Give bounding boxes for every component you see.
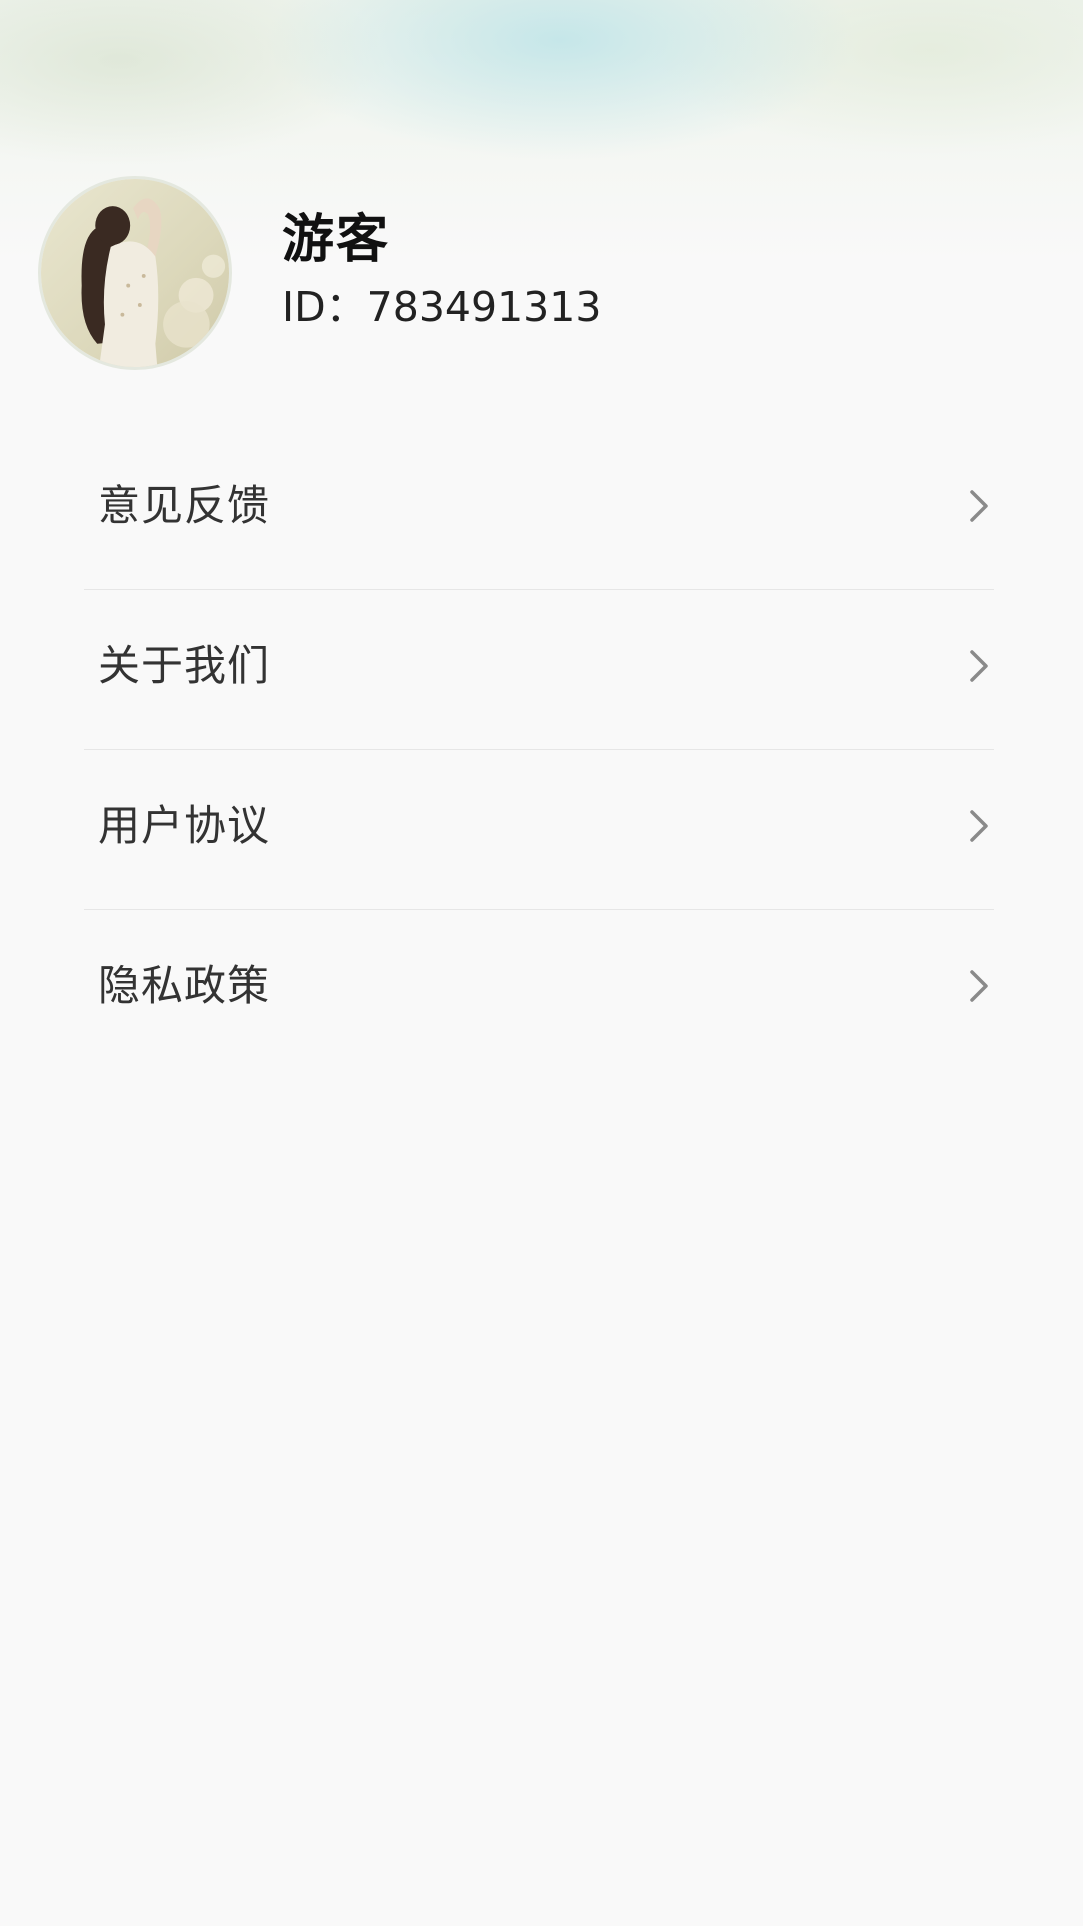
- menu-item-label: 意见反馈: [98, 481, 271, 530]
- menu-item-label: 关于我们: [98, 641, 271, 690]
- menu-item-privacy-policy[interactable]: 隐私政策: [84, 910, 994, 1070]
- chevron-right-icon: [966, 646, 994, 686]
- user-name: 游客: [282, 210, 391, 270]
- chevron-right-icon: [966, 806, 994, 846]
- chevron-right-icon: [966, 486, 994, 526]
- profile-header: 游客 ID：783491313: [0, 0, 1083, 400]
- menu-item-label: 隐私政策: [98, 961, 271, 1010]
- menu-item-label: 用户协议: [98, 801, 271, 850]
- avatar-photo: [41, 179, 229, 367]
- avatar[interactable]: [38, 176, 232, 370]
- settings-menu: 意见反馈 关于我们 用户协议 隐私政策: [84, 430, 994, 1070]
- menu-item-about-us[interactable]: 关于我们: [84, 590, 994, 750]
- menu-item-user-agreement[interactable]: 用户协议: [84, 750, 994, 910]
- menu-item-feedback[interactable]: 意见反馈: [84, 430, 994, 590]
- chevron-right-icon: [966, 966, 994, 1006]
- user-id: ID：783491313: [282, 283, 602, 331]
